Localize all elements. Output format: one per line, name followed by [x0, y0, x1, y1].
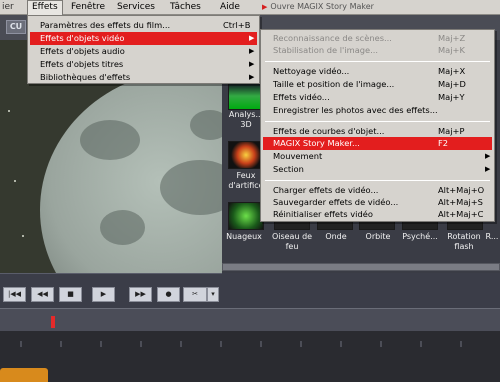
fx-label-orbite: Orbite: [365, 232, 391, 241]
menu-item-shortcut: Maj+Y: [438, 92, 465, 102]
chevron-down-icon[interactable]: ▾: [207, 287, 219, 302]
menu-item-label: Paramètres des effets du film...: [40, 20, 171, 30]
effets-menu: Paramètres des effets du film... Ctrl+B …: [27, 15, 260, 84]
menu-item-label: Section: [273, 164, 304, 174]
menu-item-bibliotheques[interactable]: Bibliothèques d'effets ▶: [30, 71, 257, 84]
menu-item-shortcut: F2: [438, 138, 449, 148]
scissors-icon[interactable]: ✂: [183, 287, 207, 302]
menu-item-story-maker[interactable]: MAGIX Story Maker... F2: [263, 137, 492, 150]
fx-label-cut: R...: [485, 232, 499, 241]
menu-item-label: Bibliothèques d'effets: [40, 72, 131, 82]
menu-item-label: Réinitialiser effets vidéo: [273, 209, 373, 219]
play-icon[interactable]: ▶: [92, 287, 115, 302]
video-effects-submenu: Reconnaissance de scènes... Maj+Z Stabil…: [260, 29, 495, 222]
panel-footer: [222, 273, 500, 308]
menu-item-label: Effets d'objets titres: [40, 59, 124, 69]
submenu-arrow-icon: ▶: [485, 152, 491, 160]
menu-effets[interactable]: Effets: [27, 0, 63, 15]
menu-item-label: Mouvement: [273, 151, 323, 161]
fx-label-oiseau: Oiseau de feu: [271, 232, 313, 251]
status-arrow-icon: ▶: [262, 3, 268, 11]
fx-label-rotation: Rotation flash: [447, 232, 481, 251]
app-tab[interactable]: CU: [6, 20, 26, 34]
menubar-cut-item[interactable]: ier: [0, 0, 18, 15]
menubar: ier Effets Fenêtre Services Tâches Aide …: [0, 0, 500, 15]
status-hint: ▶ Ouvre MAGIX Story Maker: [262, 2, 374, 11]
fx-label-onde: Onde: [325, 232, 347, 241]
fx-thumb-analys[interactable]: [228, 82, 264, 110]
menu-item-shortcut: Maj+D: [438, 79, 466, 89]
record-icon[interactable]: ●: [157, 287, 180, 302]
menu-aide[interactable]: Aide: [216, 0, 244, 15]
skip-start-icon[interactable]: |◀◀: [3, 287, 26, 302]
menu-item-label: Enregistrer les photos avec des effets..…: [273, 105, 438, 115]
menu-item-effets-titres[interactable]: Effets d'objets titres ▶: [30, 58, 257, 71]
menu-taches[interactable]: Tâches: [166, 0, 205, 15]
fx-label-nuageux: Nuageux: [226, 232, 262, 241]
fx-thumb-feux[interactable]: [228, 141, 264, 169]
menu-item-shortcut: Alt+Maj+C: [438, 209, 484, 219]
menu-item-section[interactable]: Section ▶: [263, 163, 492, 176]
menu-fenetre[interactable]: Fenêtre: [67, 0, 109, 15]
submenu-arrow-icon: ▶: [249, 73, 255, 81]
menu-item-label: MAGIX Story Maker...: [273, 138, 360, 148]
fx-thumb-nuageux[interactable]: [228, 202, 264, 230]
menu-item-shortcut: Maj+K: [438, 45, 465, 55]
menu-item-effets-video[interactable]: Effets d'objets vidéo ▶: [30, 32, 257, 45]
menu-item-mouvement[interactable]: Mouvement ▶: [263, 150, 492, 163]
fast-forward-icon[interactable]: ▶▶: [129, 287, 152, 302]
timeline-ruler[interactable]: [0, 308, 500, 331]
submenu-arrow-icon: ▶: [485, 165, 491, 173]
submenu-arrow-icon: ▶: [249, 60, 255, 68]
menu-item-label: Taille et position de l'image...: [273, 79, 395, 89]
menu-item-stabilisation: Stabilisation de l'image... Maj+K: [263, 44, 492, 57]
menu-item-label: Nettoyage vidéo...: [273, 66, 350, 76]
menu-item-shortcut: Ctrl+B: [223, 20, 251, 30]
menu-item-enregistrer-photos[interactable]: Enregistrer les photos avec des effets..…: [263, 104, 492, 117]
menu-item-effets-audio[interactable]: Effets d'objets audio ▶: [30, 45, 257, 58]
menu-item-parametres[interactable]: Paramètres des effets du film... Ctrl+B: [30, 19, 257, 32]
status-hint-text: Ouvre MAGIX Story Maker: [270, 2, 374, 11]
submenu-arrow-icon: ▶: [249, 47, 255, 55]
menu-separator: [265, 121, 490, 122]
menu-item-shortcut: Maj+X: [438, 66, 466, 76]
menu-item-label: Stabilisation de l'image...: [273, 45, 379, 55]
menu-services[interactable]: Services: [113, 0, 159, 15]
menu-item-effets-video[interactable]: Effets vidéo... Maj+Y: [263, 91, 492, 104]
menu-item-label: Effets vidéo...: [273, 92, 330, 102]
menu-separator: [265, 180, 490, 181]
menu-separator: [265, 61, 490, 62]
fx-label-psyche: Psyché...: [402, 232, 438, 241]
playhead-marker[interactable]: [51, 316, 55, 328]
effects-scrollbar[interactable]: [222, 263, 500, 271]
moon-image: [40, 70, 222, 273]
rewind-icon[interactable]: ◀◀: [31, 287, 54, 302]
transport-bar: |◀◀ ◀◀ ■ ▶ ▶▶ ● ✂ ▾: [0, 273, 222, 308]
menu-item-label: Effets d'objets audio: [40, 46, 125, 56]
timeline-clip[interactable]: [0, 368, 48, 382]
submenu-arrow-icon: ▶: [249, 34, 255, 42]
timeline-track[interactable]: [0, 331, 500, 382]
stop-icon[interactable]: ■: [59, 287, 82, 302]
menu-item-taille-position[interactable]: Taille et position de l'image... Maj+D: [263, 78, 492, 91]
menu-item-reinitialiser-effets[interactable]: Réinitialiser effets vidéo Alt+Maj+C: [263, 208, 492, 221]
menu-item-nettoyage[interactable]: Nettoyage vidéo... Maj+X: [263, 65, 492, 78]
menu-item-label: Effets d'objets vidéo: [40, 33, 125, 43]
